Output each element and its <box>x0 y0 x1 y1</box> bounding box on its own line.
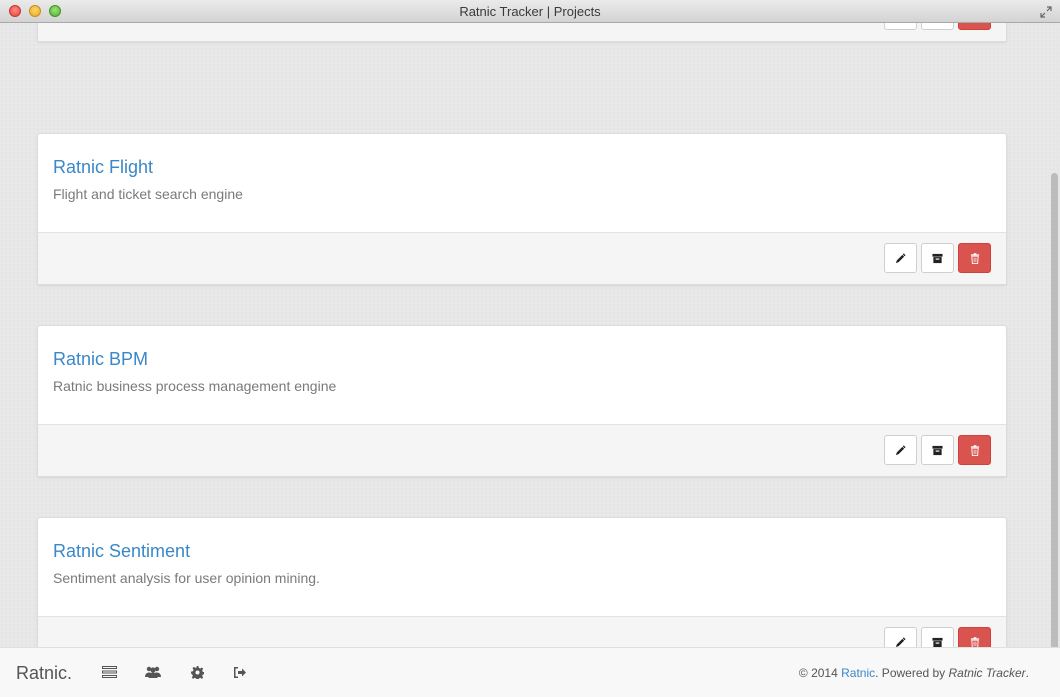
trash-icon <box>970 444 979 456</box>
project-card-body: Ratnic BPM Ratnic business process manag… <box>38 326 1006 425</box>
product-name: Ratnic Tracker <box>948 666 1026 680</box>
projects-list: Ratnic Flight Flight and ticket search e… <box>0 23 1060 647</box>
vertical-scrollbar[interactable] <box>1051 173 1058 647</box>
project-title-link[interactable]: Ratnic BPM <box>53 349 148 370</box>
edit-project-button[interactable] <box>884 435 917 465</box>
nav-users-button[interactable] <box>145 664 161 680</box>
ratnic-link[interactable]: Ratnic <box>841 666 875 680</box>
project-card-actions <box>38 617 1006 647</box>
brand-logo[interactable]: Ratnic. <box>16 663 72 684</box>
footer-bar: Ratnic. © 2014 Ratnic. Powered by Ratnic… <box>0 647 1060 697</box>
nav-settings-button[interactable] <box>189 664 205 680</box>
project-card: Ratnic Sentiment Sentiment analysis for … <box>37 517 1007 647</box>
edit-project-button[interactable] <box>884 23 917 30</box>
edit-project-button[interactable] <box>884 627 917 647</box>
list-icon <box>101 666 117 678</box>
users-icon <box>145 666 161 678</box>
project-card: Ratnic BPM Ratnic business process manag… <box>37 325 1007 477</box>
archive-project-button[interactable] <box>921 23 954 30</box>
archive-project-button[interactable] <box>921 435 954 465</box>
copyright-suffix: . <box>1025 666 1029 680</box>
archive-project-button[interactable] <box>921 627 954 647</box>
project-card: Ratnic Flight Flight and ticket search e… <box>37 133 1007 285</box>
copyright-prefix: © 2014 <box>798 666 842 680</box>
project-card-actions <box>38 233 1006 284</box>
nav-logout-button[interactable] <box>231 664 247 680</box>
window-title: Ratnic Tracker | Projects <box>459 4 601 19</box>
trash-icon <box>970 252 979 264</box>
project-description: Ratnic business process management engin… <box>53 378 337 394</box>
project-card <box>37 23 1007 42</box>
project-card-body: Ratnic Sentiment Sentiment analysis for … <box>38 518 1006 617</box>
nav-projects-button[interactable] <box>101 664 117 680</box>
sign-out-icon <box>233 666 246 678</box>
archive-icon <box>932 445 943 455</box>
pencil-icon <box>895 444 906 455</box>
project-description: Sentiment analysis for user opinion mini… <box>53 570 320 586</box>
delete-project-button[interactable] <box>958 627 991 647</box>
gear-icon <box>190 665 204 679</box>
pencil-icon <box>895 252 906 263</box>
edit-project-button[interactable] <box>884 243 917 273</box>
project-card-actions <box>38 425 1006 476</box>
copyright-text: © 2014 Ratnic. Powered by Ratnic Tracker… <box>799 666 1029 680</box>
delete-project-button[interactable] <box>958 435 991 465</box>
project-title-link[interactable]: Ratnic Flight <box>53 157 153 178</box>
project-title-link[interactable]: Ratnic Sentiment <box>53 541 190 562</box>
window-titlebar: Ratnic Tracker | Projects <box>0 0 1060 23</box>
archive-icon <box>932 637 943 647</box>
copyright-middle: . Powered by <box>875 666 949 680</box>
delete-project-button[interactable] <box>958 243 991 273</box>
project-card-body: Ratnic Flight Flight and ticket search e… <box>38 134 1006 233</box>
trash-icon <box>970 636 979 647</box>
fullscreen-icon[interactable] <box>1040 5 1052 18</box>
archive-icon <box>932 253 943 263</box>
project-description: Flight and ticket search engine <box>53 186 243 202</box>
pencil-icon <box>895 636 906 647</box>
project-card-actions <box>38 23 1006 41</box>
archive-project-button[interactable] <box>921 243 954 273</box>
delete-project-button[interactable] <box>958 23 991 30</box>
